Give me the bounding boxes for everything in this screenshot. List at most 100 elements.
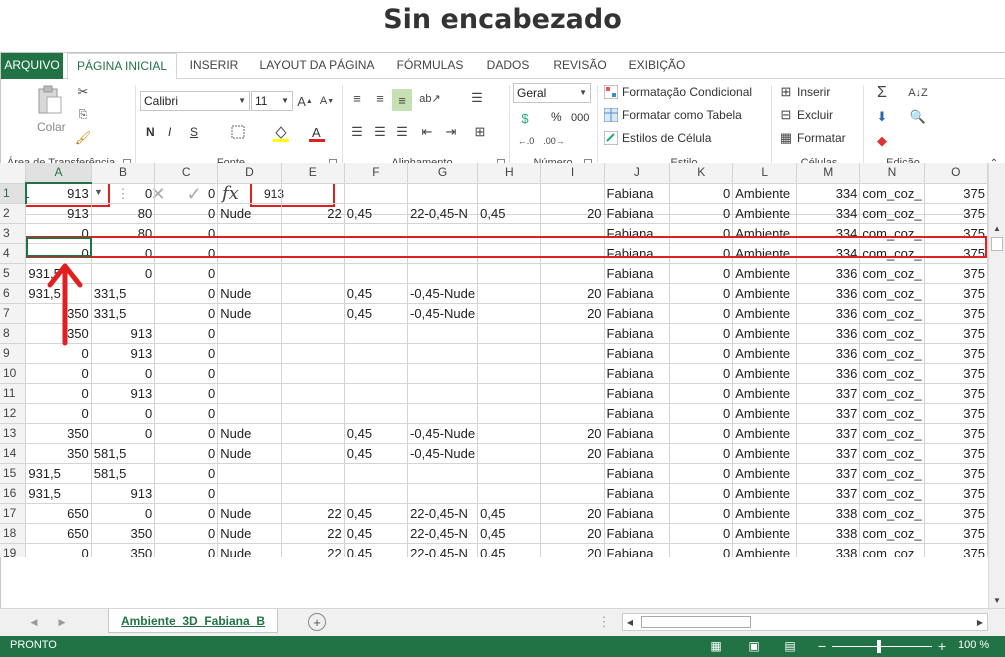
cell[interactable] — [344, 403, 409, 424]
cell[interactable]: Nude — [217, 543, 282, 557]
column-header[interactable]: C — [154, 163, 219, 184]
cell[interactable]: -0,45-Nude — [407, 283, 479, 304]
cell[interactable] — [281, 223, 345, 244]
cell[interactable]: 336 — [796, 343, 861, 364]
format-as-table-button[interactable]: Formatar como Tabela — [622, 108, 742, 122]
cell[interactable]: 22 — [281, 503, 345, 524]
spreadsheet-grid[interactable]: ABCDEFGHIJKLMNO 1 913 0 0 Fabiana 0 Ambiente 33… — [0, 163, 988, 557]
cell[interactable]: 913 — [91, 483, 156, 504]
cell[interactable]: Ambiente — [732, 383, 798, 404]
cell[interactable]: Fabiana — [604, 403, 671, 424]
cell[interactable]: Fabiana — [604, 343, 671, 364]
cell[interactable]: 22 — [281, 543, 345, 557]
cell[interactable]: 350 — [91, 523, 156, 544]
cell[interactable]: Ambiente — [732, 363, 798, 384]
currency-icon[interactable]: $ — [515, 109, 535, 127]
cell[interactable]: 913 — [91, 343, 156, 364]
cell[interactable]: 22-0,45-N — [407, 503, 479, 524]
cell[interactable]: 336 — [796, 323, 861, 344]
cell[interactable]: com_coz_ — [859, 503, 925, 524]
cell[interactable] — [407, 483, 479, 504]
borders-icon[interactable] — [229, 123, 247, 141]
cell[interactable]: Fabiana — [604, 483, 671, 504]
format-as-table-icon[interactable] — [603, 107, 619, 123]
cell[interactable]: 338 — [796, 543, 861, 557]
column-header[interactable]: O — [924, 163, 988, 184]
cell[interactable]: 0,45 — [477, 523, 542, 544]
tab-exibicao[interactable]: EXIBIÇÃO — [621, 53, 693, 79]
cell[interactable]: 334 — [796, 203, 861, 224]
tab-pagina-inicial[interactable]: PÁGINA INICIAL — [67, 53, 177, 80]
cell[interactable]: com_coz_ — [859, 343, 925, 364]
row-header[interactable]: 11 — [0, 383, 27, 404]
insert-cells-button[interactable]: Inserir — [797, 85, 830, 99]
cell[interactable] — [477, 263, 542, 284]
cell[interactable]: 650 — [25, 523, 92, 544]
cell[interactable]: com_coz_ — [859, 543, 925, 557]
row-header[interactable]: 10 — [0, 363, 27, 384]
cell[interactable]: Ambiente — [732, 303, 798, 324]
cell[interactable] — [477, 403, 542, 424]
cell[interactable]: 0 — [154, 203, 219, 224]
column-header[interactable]: J — [604, 163, 671, 184]
cell[interactable]: Fabiana — [604, 243, 671, 264]
cell[interactable] — [281, 443, 345, 464]
vertical-scrollbar[interactable]: ▲ ▼ — [988, 163, 1005, 608]
insert-cells-icon[interactable]: ⊞ — [778, 84, 794, 100]
cell[interactable]: 0 — [154, 303, 219, 324]
cell[interactable]: 375 — [924, 383, 988, 404]
cell[interactable]: Ambiente — [732, 423, 798, 444]
increase-indent-icon[interactable]: ⇥ — [441, 123, 461, 141]
cell[interactable]: -0,45-Nude — [407, 423, 479, 444]
cell[interactable]: 0 — [669, 203, 734, 224]
cell[interactable]: Nude — [217, 283, 282, 304]
cell[interactable] — [407, 183, 479, 204]
cell[interactable]: 0,45 — [344, 303, 409, 324]
cell[interactable]: Ambiente — [732, 323, 798, 344]
column-header[interactable]: I — [540, 163, 605, 184]
cell[interactable]: 0 — [91, 183, 156, 204]
tab-arquivo[interactable]: ARQUIVO — [1, 53, 63, 79]
cell[interactable]: Ambiente — [732, 263, 798, 284]
format-painter-icon[interactable]: 🖌 — [73, 129, 93, 147]
cell[interactable]: 0 — [91, 363, 156, 384]
scroll-left-icon[interactable]: ◀ — [623, 614, 637, 630]
cell[interactable]: 20 — [540, 503, 605, 524]
zoom-level[interactable]: 100 % — [958, 639, 989, 651]
fill-icon[interactable]: ⬇ — [871, 107, 893, 127]
cell[interactable]: 337 — [796, 383, 861, 404]
cell[interactable]: 0 — [154, 443, 219, 464]
cell[interactable]: 0 — [669, 323, 734, 344]
cell[interactable] — [540, 403, 605, 424]
cell[interactable]: Ambiente — [732, 283, 798, 304]
cell[interactable]: Ambiente — [732, 443, 798, 464]
tab-formulas[interactable]: FÓRMULAS — [389, 53, 471, 79]
cell[interactable] — [477, 363, 542, 384]
scroll-down-icon[interactable]: ▼ — [989, 593, 1005, 607]
cell[interactable]: 650 — [25, 503, 92, 524]
cell[interactable] — [477, 243, 542, 264]
cell[interactable]: com_coz_ — [859, 303, 925, 324]
cell[interactable]: 0,45 — [344, 203, 409, 224]
cell[interactable]: 0,45 — [344, 543, 409, 557]
cell[interactable]: 22-0,45-N — [407, 523, 479, 544]
cell[interactable]: 334 — [796, 243, 861, 264]
cell[interactable] — [477, 303, 542, 324]
cell[interactable]: com_coz_ — [859, 203, 925, 224]
clear-icon[interactable]: ◆ — [871, 131, 893, 151]
cell[interactable] — [407, 223, 479, 244]
fill-color-icon[interactable] — [271, 123, 291, 143]
cell[interactable]: 0 — [91, 243, 156, 264]
zoom-out-icon[interactable]: − — [816, 638, 828, 654]
cell[interactable]: 0 — [91, 403, 156, 424]
decrease-indent-icon[interactable]: ⇤ — [417, 123, 437, 141]
cell[interactable]: 581,5 — [91, 463, 156, 484]
cell[interactable]: com_coz_ — [859, 523, 925, 544]
row-header[interactable]: 18 — [0, 523, 27, 544]
cell[interactable] — [344, 243, 409, 264]
cell[interactable] — [540, 383, 605, 404]
cell[interactable]: 20 — [540, 523, 605, 544]
cell[interactable]: 20 — [540, 423, 605, 444]
cell[interactable]: 0 — [669, 483, 734, 504]
cell[interactable]: Ambiente — [732, 463, 798, 484]
